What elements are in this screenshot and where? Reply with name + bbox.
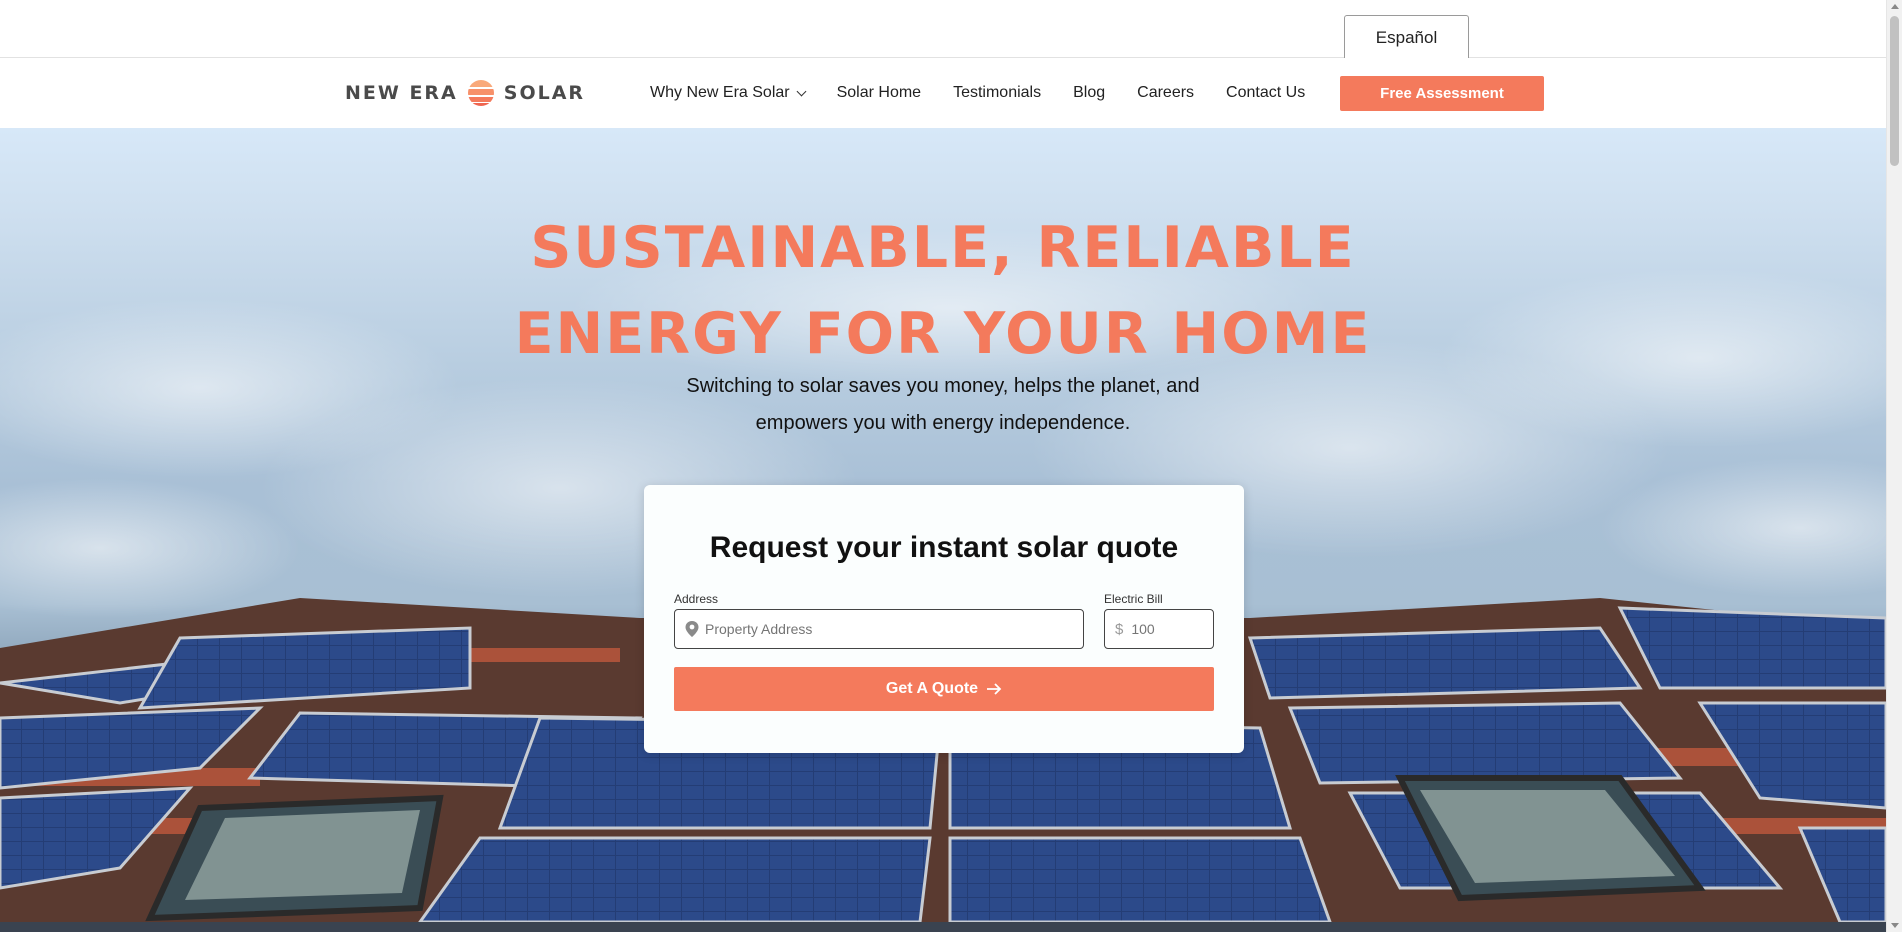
nav-testimonials[interactable]: Testimonials	[953, 84, 1041, 102]
hero-subtitle: Switching to solar saves you money, help…	[643, 368, 1243, 442]
scroll-up-arrow-icon[interactable]	[1891, 4, 1899, 9]
nav-careers[interactable]: Careers	[1137, 84, 1194, 102]
hero-section: SUSTAINABLE, RELIABLE ENERGY FOR YOUR HO…	[0, 128, 1886, 922]
nav-solar-home[interactable]: Solar Home	[837, 84, 921, 102]
nav-blog[interactable]: Blog	[1073, 84, 1105, 102]
site-header: NEW ERA SOLAR Why New Era Solar Solar Ho…	[0, 58, 1886, 128]
address-label: Address	[674, 592, 719, 606]
get-a-quote-button[interactable]: Get A Quote	[674, 667, 1214, 711]
next-section-strip	[0, 922, 1886, 932]
chevron-down-icon	[796, 86, 807, 96]
get-a-quote-label: Get A Quote	[885, 680, 979, 697]
hero-title: SUSTAINABLE, RELIABLE ENERGY FOR YOUR HO…	[0, 205, 1886, 377]
nav-why-new-era-solar[interactable]: Why New Era Solar	[650, 84, 807, 102]
nav-label: Why New Era Solar	[650, 84, 790, 101]
logo-text-solar: SOLAR	[503, 82, 586, 104]
nav-label: Testimonials	[953, 84, 1042, 101]
nav-contact-us[interactable]: Contact Us	[1226, 84, 1305, 102]
hero-title-line-2: ENERGY FOR YOUR HOME	[514, 301, 1372, 367]
electric-bill-input[interactable]	[1131, 621, 1202, 637]
map-pin-icon	[685, 621, 699, 637]
logo-text-new-era: NEW ERA	[345, 82, 458, 104]
main-nav: Why New Era Solar Solar Home Testimonial…	[650, 58, 1337, 128]
electric-bill-field[interactable]: $	[1104, 609, 1214, 649]
free-assessment-button[interactable]: Free Assessment	[1340, 76, 1544, 111]
sun-logo-icon	[467, 80, 494, 106]
nav-label: Solar Home	[836, 84, 922, 101]
scrollbar-thumb[interactable]	[1890, 16, 1899, 166]
language-bar: Español	[0, 0, 1886, 59]
address-input[interactable]	[705, 621, 1005, 637]
address-field[interactable]	[674, 609, 1084, 649]
quote-title: Request your instant solar quote	[709, 531, 1179, 564]
language-toggle-espanol[interactable]: Español	[1344, 15, 1469, 59]
currency-symbol: $	[1115, 620, 1124, 638]
scroll-down-arrow-icon[interactable]	[1891, 923, 1899, 928]
nav-label: Contact Us	[1226, 84, 1306, 101]
logo[interactable]: NEW ERA SOLAR	[345, 78, 585, 108]
hero-subtitle-line-2: empowers you with energy independence.	[755, 412, 1131, 434]
hero-subtitle-line-1: Switching to solar saves you money, help…	[686, 375, 1200, 397]
nav-label: Careers	[1137, 84, 1195, 101]
electric-bill-label: Electric Bill	[1104, 592, 1163, 606]
hero-title-line-1: SUSTAINABLE, RELIABLE	[530, 215, 1356, 281]
nav-label: Blog	[1073, 84, 1106, 101]
page-scrollbar[interactable]	[1886, 0, 1902, 932]
arrow-right-icon	[987, 683, 1002, 695]
quote-card: Request your instant solar quote Address…	[644, 485, 1244, 753]
